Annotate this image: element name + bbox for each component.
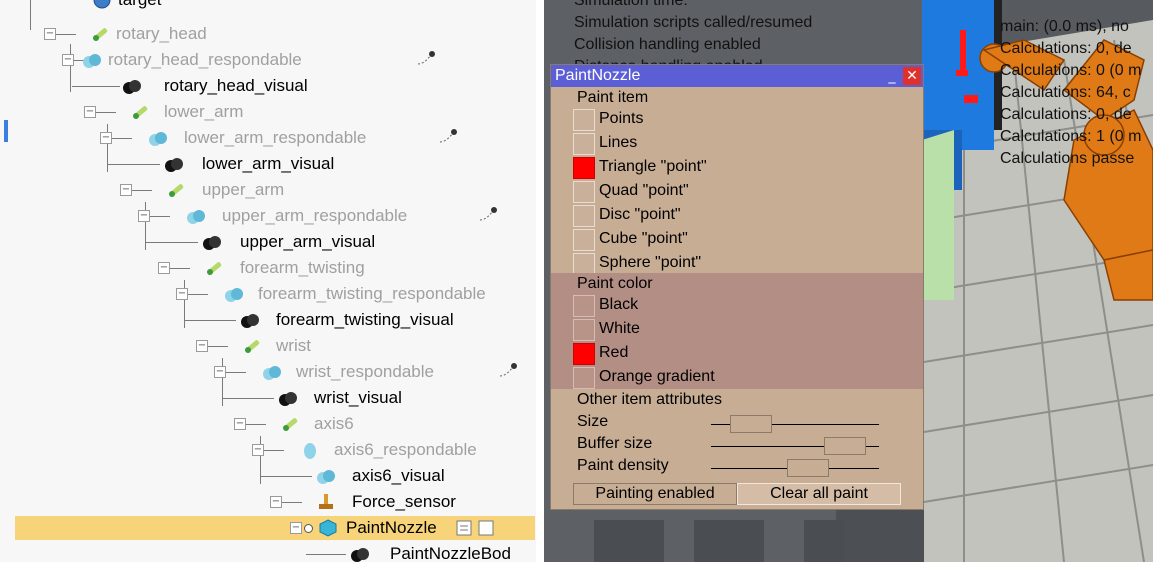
info-line: Calculations: 1 (0 m bbox=[1000, 128, 1142, 145]
shape-icon bbox=[165, 158, 183, 172]
shape-icon bbox=[123, 80, 141, 94]
model-cube-icon bbox=[319, 519, 337, 537]
revolute-joint-icon bbox=[133, 106, 148, 119]
collapse-toggle[interactable]: − bbox=[84, 106, 96, 118]
paintnozzle-dialog: PaintNozzle _ ✕ Paint item Points Lines … bbox=[550, 64, 924, 510]
info-line: Calculations: 0, de bbox=[1000, 40, 1132, 57]
shape-icon bbox=[225, 288, 243, 302]
script-icon[interactable] bbox=[454, 518, 474, 538]
revolute-joint-icon bbox=[169, 184, 184, 197]
shape-icon bbox=[351, 548, 369, 562]
collapse-toggle[interactable]: − bbox=[176, 288, 188, 300]
info-line: Simulation scripts called/resumed bbox=[574, 14, 813, 31]
paint-density-label: Paint density bbox=[577, 457, 669, 474]
info-line: Calculations: 64, c bbox=[1000, 84, 1131, 101]
info-line: Calculations: 0, de bbox=[1000, 106, 1132, 123]
revolute-joint-icon bbox=[93, 28, 108, 41]
force-sensor-icon bbox=[319, 494, 333, 509]
revolute-joint-icon bbox=[283, 418, 298, 431]
paint-density-slider-handle[interactable] bbox=[786, 459, 829, 477]
shape-icon bbox=[83, 54, 101, 68]
shape-icon bbox=[304, 443, 316, 459]
buffer-size-label: Buffer size bbox=[577, 435, 653, 452]
paint-item-section: Paint item Points Lines Triangle "point"… bbox=[551, 87, 923, 275]
customization-script-icon[interactable] bbox=[476, 518, 496, 538]
collapse-toggle[interactable]: − bbox=[138, 210, 150, 222]
shape-icon bbox=[317, 470, 335, 484]
dialog-title-bar[interactable]: PaintNozzle _ ✕ bbox=[551, 65, 923, 87]
collapse-toggle[interactable]: − bbox=[120, 184, 132, 196]
info-line: main: (0.0 ms), no bbox=[1000, 18, 1129, 35]
scroll-marker bbox=[4, 120, 8, 142]
scene-hierarchy: target − rotary_head − rotary_head_respo… bbox=[0, 0, 536, 562]
dynamic-icon bbox=[499, 363, 517, 377]
collapse-toggle[interactable]: − bbox=[290, 522, 302, 534]
info-line: Simulation time: bbox=[574, 0, 688, 9]
radio-box[interactable] bbox=[573, 133, 595, 155]
other-attributes-label: Other item attributes bbox=[577, 391, 722, 408]
collapse-toggle[interactable]: − bbox=[44, 28, 56, 40]
buffer-size-slider-handle[interactable] bbox=[824, 437, 867, 455]
clear-all-paint-button[interactable]: Clear all paint bbox=[737, 483, 901, 505]
radio-box[interactable] bbox=[573, 109, 595, 131]
dynamic-icon bbox=[439, 129, 457, 143]
shape-icon bbox=[241, 314, 259, 328]
dialog-title: PaintNozzle bbox=[555, 67, 641, 84]
painting-enabled-button[interactable]: Painting enabled bbox=[573, 483, 737, 505]
collapse-toggle[interactable]: − bbox=[100, 132, 112, 144]
minimize-button[interactable]: _ bbox=[883, 67, 901, 85]
collapse-toggle[interactable]: − bbox=[196, 340, 208, 352]
radio-box[interactable] bbox=[573, 229, 595, 251]
shape-icon bbox=[279, 392, 297, 406]
collapse-toggle[interactable]: − bbox=[234, 418, 246, 430]
info-line: Calculations: 0 (0 m bbox=[1000, 62, 1142, 79]
radio-box[interactable] bbox=[573, 295, 595, 317]
radio-box[interactable] bbox=[573, 205, 595, 227]
radio-box-selected[interactable] bbox=[573, 343, 595, 365]
shape-icon bbox=[149, 132, 167, 146]
paint-color-label: Paint color bbox=[577, 275, 653, 292]
shape-icon bbox=[263, 366, 281, 380]
dynamic-icon bbox=[479, 207, 497, 221]
radio-box[interactable] bbox=[573, 181, 595, 203]
radio-box[interactable] bbox=[573, 253, 595, 275]
paint-item-label: Paint item bbox=[577, 89, 649, 106]
dummy-icon bbox=[93, 0, 111, 9]
shape-icon bbox=[203, 236, 221, 250]
size-label: Size bbox=[577, 413, 609, 430]
close-button[interactable]: ✕ bbox=[903, 67, 921, 85]
info-line: Calculations passe bbox=[1000, 150, 1135, 167]
collapse-toggle[interactable]: − bbox=[270, 496, 282, 508]
radio-box[interactable] bbox=[573, 367, 595, 389]
paint-color-section: Paint color Black White Red Orange gradi… bbox=[551, 273, 923, 389]
collapse-toggle[interactable]: − bbox=[62, 54, 74, 66]
revolute-joint-icon bbox=[207, 262, 222, 275]
size-slider-handle[interactable] bbox=[729, 415, 772, 433]
other-attributes-section: Other item attributes Size Buffer size P… bbox=[551, 389, 923, 509]
dynamic-icon bbox=[417, 51, 435, 65]
radio-box[interactable] bbox=[573, 319, 595, 341]
shape-icon bbox=[187, 210, 205, 224]
collapse-toggle[interactable]: − bbox=[158, 262, 170, 274]
info-line: Collision handling enabled bbox=[574, 36, 761, 53]
radio-box-selected[interactable] bbox=[573, 157, 595, 179]
collapse-toggle[interactable]: − bbox=[252, 444, 264, 456]
revolute-joint-icon bbox=[245, 340, 260, 353]
model-indicator-icon bbox=[304, 524, 313, 533]
collapse-toggle[interactable]: − bbox=[214, 366, 226, 378]
